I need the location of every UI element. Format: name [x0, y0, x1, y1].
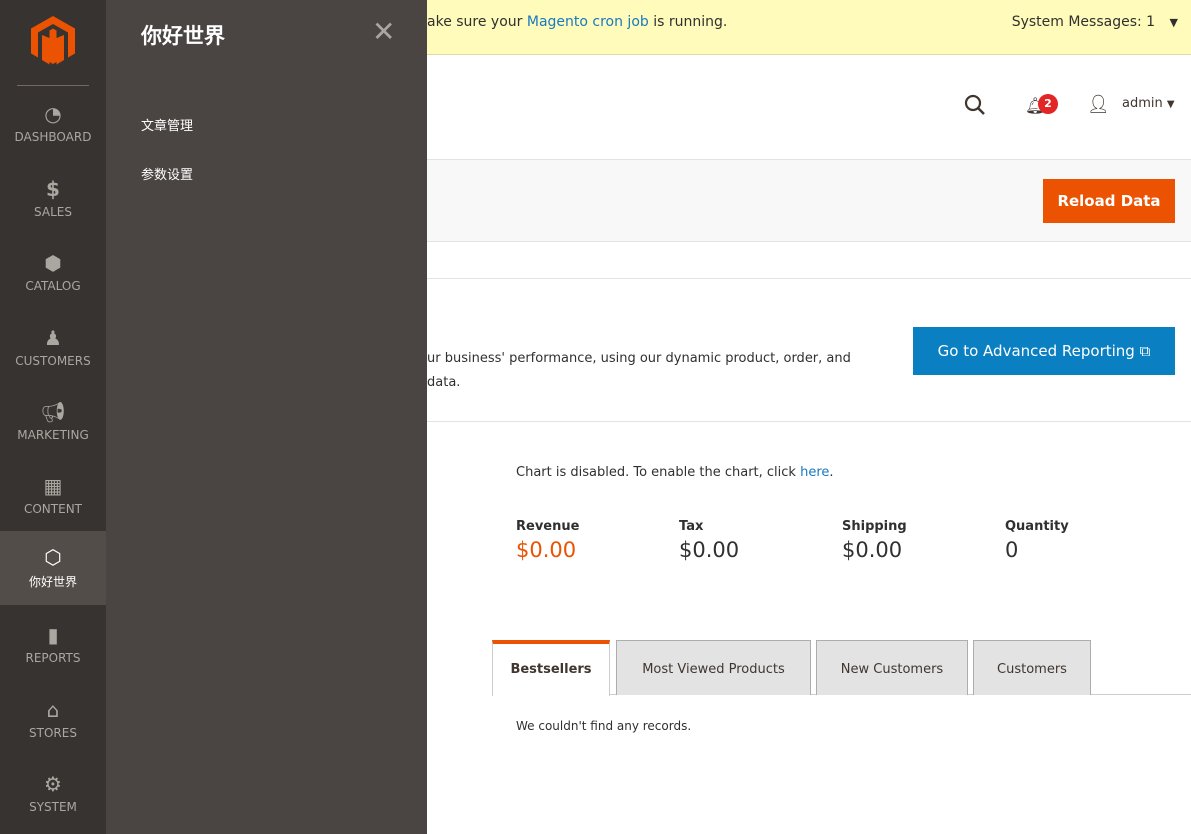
page-header: 🔔︎ 2 👤︎ admin ▼	[427, 56, 1191, 160]
nav-dashboard[interactable]: ◔ DASHBOARD	[0, 90, 106, 164]
nav-sales[interactable]: $ SALES	[0, 165, 106, 239]
total-tax: Tax $0.00	[679, 519, 740, 562]
system-messages-toggle[interactable]: System Messages: 1 ▼	[1012, 14, 1178, 30]
nav-stores[interactable]: ⌂ STORES	[0, 686, 106, 760]
cron-job-link[interactable]: Magento cron job	[527, 14, 649, 30]
store-icon: ⌂	[46, 698, 60, 722]
megaphone-icon: 📢︎	[40, 400, 66, 424]
submenu-flyout: 你好世界 ✕ 文章管理 参数设置	[106, 0, 427, 834]
hexagon-icon: ⬡	[44, 545, 62, 569]
nav-system[interactable]: ⚙ SYSTEM	[0, 760, 106, 834]
notification-badge: 2	[1038, 94, 1058, 114]
user-menu[interactable]: 👤︎ admin ▼	[1087, 94, 1175, 115]
system-message-bar: ake sure your Magento cron job is runnin…	[427, 0, 1191, 55]
advanced-reporting-text: ur business' performance, using our dyna…	[427, 351, 851, 390]
advanced-reporting-button[interactable]: Go to Advanced Reporting ⧉	[913, 327, 1175, 375]
gear-icon: ⚙	[44, 772, 62, 796]
close-icon[interactable]: ✕	[372, 18, 395, 46]
nav-customers[interactable]: ♟ CUSTOMERS	[0, 314, 106, 388]
person-icon: ♟	[44, 326, 62, 350]
nav-hello-world[interactable]: ⬡ 你好世界	[0, 531, 106, 605]
tab-most-viewed-products[interactable]: Most Viewed Products	[616, 640, 811, 695]
advanced-reporting-section: ur business' performance, using our dyna…	[427, 278, 1191, 422]
magento-logo[interactable]	[30, 16, 76, 70]
total-shipping: Shipping $0.00	[842, 519, 907, 562]
page-actions: Reload Data	[427, 160, 1191, 242]
enable-chart-link[interactable]: here	[800, 465, 829, 480]
main-nav: ◔ DASHBOARD $ SALES ⬢ CATALOG ♟ CUSTOMERS 📢︎…	[0, 0, 106, 834]
layout-icon: ▦	[43, 474, 63, 498]
nav-content[interactable]: ▦ CONTENT	[0, 462, 106, 536]
divider	[17, 85, 89, 86]
dashboard-tabs: Bestsellers Most Viewed Products New Cus…	[492, 640, 1191, 696]
tab-new-customers[interactable]: New Customers	[816, 640, 968, 695]
caret-down-icon: ▼	[1166, 99, 1175, 110]
caret-down-icon: ▼	[1169, 16, 1178, 29]
search-icon[interactable]	[964, 94, 986, 120]
external-link-icon: ⧉	[1139, 342, 1151, 360]
total-revenue: Revenue $0.00	[516, 519, 580, 562]
tab-bestsellers[interactable]: Bestsellers	[492, 640, 610, 696]
dollar-icon: $	[46, 177, 60, 201]
submenu-item-articles[interactable]: 文章管理	[141, 115, 193, 134]
reload-data-button[interactable]: Reload Data	[1043, 179, 1175, 223]
nav-catalog[interactable]: ⬢ CATALOG	[0, 239, 106, 313]
total-quantity: Quantity 0	[1005, 519, 1069, 562]
user-icon: 👤︎	[1087, 94, 1110, 115]
dashboard-icon: ◔	[44, 102, 62, 126]
submenu-title: 你好世界	[141, 24, 225, 48]
message-text: ake sure your Magento cron job is runnin…	[427, 14, 728, 30]
chart-disabled-notice: Chart is disabled. To enable the chart, …	[516, 465, 834, 480]
nav-marketing[interactable]: 📢︎ MARKETING	[0, 388, 106, 462]
nav-reports[interactable]: ▮ REPORTS	[0, 611, 106, 685]
tab-customers[interactable]: Customers	[973, 640, 1091, 695]
no-records-message: We couldn't find any records.	[516, 719, 692, 733]
bar-chart-icon: ▮	[47, 623, 59, 647]
box-icon: ⬢	[44, 251, 62, 275]
submenu-item-settings[interactable]: 参数设置	[141, 164, 193, 183]
